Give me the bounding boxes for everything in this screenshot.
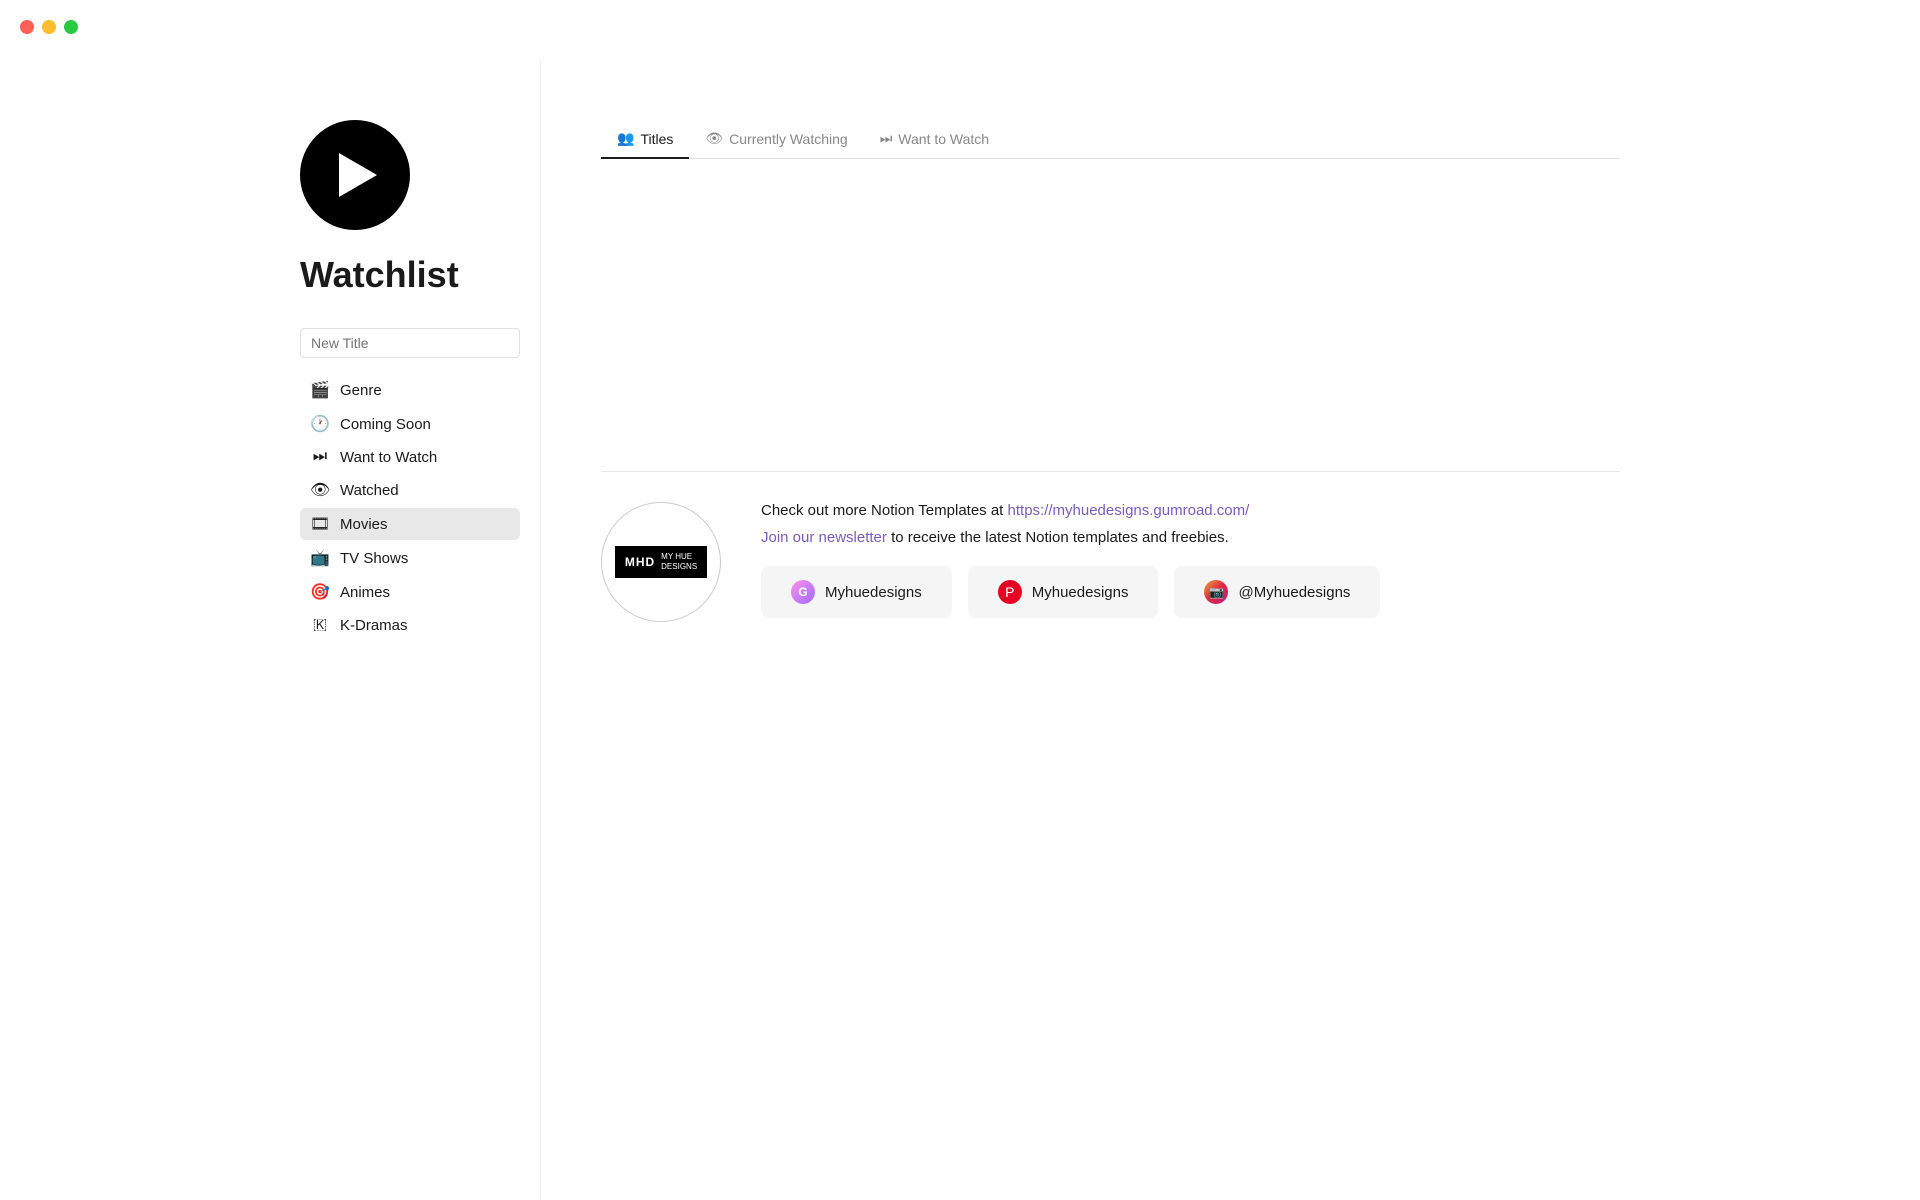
tab-want-to-watch[interactable]: ⏭ Want to Watch: [864, 120, 1005, 159]
sidebar-item-animes[interactable]: 🎯 Animes: [300, 576, 520, 608]
tab-want-to-watch-label: Want to Watch: [898, 131, 989, 147]
want-to-watch-tab-icon: ⏭: [880, 130, 893, 147]
traffic-lights: [20, 20, 78, 34]
tabs: 👥 Titles 👁 Currently Watching ⏭ Want to …: [601, 120, 1620, 159]
tab-titles-label: Titles: [640, 131, 673, 147]
titles-tab-icon: 👥: [617, 130, 634, 147]
k-dramas-icon: 🇰: [310, 616, 330, 634]
sidebar-item-coming-soon[interactable]: 🕐 Coming Soon: [300, 408, 520, 440]
sidebar-item-movies[interactable]: 🎞 Movies: [300, 508, 520, 540]
sidebar-item-label-coming-soon: Coming Soon: [340, 416, 431, 433]
tab-currently-watching[interactable]: 👁 Currently Watching: [689, 120, 863, 159]
minimize-button[interactable]: [42, 20, 56, 34]
main-container: Watchlist 🎬 Genre 🕐 Coming Soon ⏭ Want t…: [260, 0, 1660, 1200]
sidebar-item-watched[interactable]: 👁 Watched: [300, 474, 520, 506]
gumroad-icon: G: [791, 580, 815, 604]
instagram-icon: 📷: [1204, 580, 1228, 604]
instagram-label: @Myhuedesigns: [1238, 584, 1350, 601]
maximize-button[interactable]: [64, 20, 78, 34]
sidebar-item-label-movies: Movies: [340, 516, 388, 533]
page-title: Watchlist: [300, 254, 520, 296]
sidebar-item-label-k-dramas: K-Dramas: [340, 617, 408, 634]
coming-soon-icon: 🕐: [310, 414, 330, 434]
currently-watching-tab-icon: 👁: [705, 130, 723, 147]
brand-mhd: MHD: [625, 555, 655, 569]
gumroad-button[interactable]: G Myhuedesigns: [761, 566, 952, 618]
new-title-input[interactable]: [300, 328, 520, 358]
brand-logo: MHD MY HUEDESIGNS: [601, 502, 721, 622]
instagram-button[interactable]: 📷 @Myhuedesigns: [1174, 566, 1380, 618]
sidebar-item-label-animes: Animes: [340, 584, 390, 601]
sidebar-item-label-tv-shows: TV Shows: [340, 550, 408, 567]
tab-currently-watching-label: Currently Watching: [729, 131, 848, 147]
tab-titles[interactable]: 👥 Titles: [601, 120, 689, 159]
pinterest-label: Myhuedesigns: [1032, 584, 1129, 601]
content-body: [601, 191, 1620, 391]
pinterest-button[interactable]: P Myhuedesigns: [968, 566, 1159, 618]
play-icon: [339, 153, 377, 197]
movies-icon: 🎞: [310, 514, 330, 534]
sidebar-item-label-genre: Genre: [340, 382, 382, 399]
check-text: Check out more Notion Templates at https…: [761, 502, 1620, 519]
animes-icon: 🎯: [310, 582, 330, 602]
brand-name: MY HUEDESIGNS: [661, 552, 697, 571]
newsletter-link[interactable]: Join our newsletter: [761, 529, 887, 546]
brand-info: Check out more Notion Templates at https…: [761, 502, 1620, 618]
content-area: 👥 Titles 👁 Currently Watching ⏭ Want to …: [540, 60, 1660, 1200]
gumroad-label: Myhuedesigns: [825, 584, 922, 601]
page-icon: [300, 120, 410, 230]
watched-icon: 👁: [310, 480, 330, 500]
sidebar-item-k-dramas[interactable]: 🇰 K-Dramas: [300, 610, 520, 640]
social-buttons: G Myhuedesigns P Myhuedesigns 📷 @Myhuede…: [761, 566, 1620, 618]
brand-logo-inner: MHD MY HUEDESIGNS: [615, 546, 707, 577]
sidebar-item-label-want-to-watch: Want to Watch: [340, 449, 437, 466]
tv-shows-icon: 📺: [310, 548, 330, 568]
sidebar-item-want-to-watch[interactable]: ⏭ Want to Watch: [300, 442, 520, 472]
newsletter-text: Join our newsletter to receive the lates…: [761, 529, 1620, 546]
close-button[interactable]: [20, 20, 34, 34]
sidebar-item-tv-shows[interactable]: 📺 TV Shows: [300, 542, 520, 574]
gumroad-link[interactable]: https://myhuedesigns.gumroad.com/: [1008, 502, 1250, 519]
pinterest-icon: P: [998, 580, 1022, 604]
bottom-section: MHD MY HUEDESIGNS Check out more Notion …: [601, 471, 1620, 622]
genre-icon: 🎬: [310, 380, 330, 400]
sidebar: Watchlist 🎬 Genre 🕐 Coming Soon ⏭ Want t…: [260, 60, 540, 1200]
want-to-watch-icon: ⏭: [310, 448, 330, 466]
sidebar-nav: 🎬 Genre 🕐 Coming Soon ⏭ Want to Watch 👁 …: [300, 374, 520, 640]
sidebar-item-genre[interactable]: 🎬 Genre: [300, 374, 520, 406]
sidebar-item-label-watched: Watched: [340, 482, 399, 499]
